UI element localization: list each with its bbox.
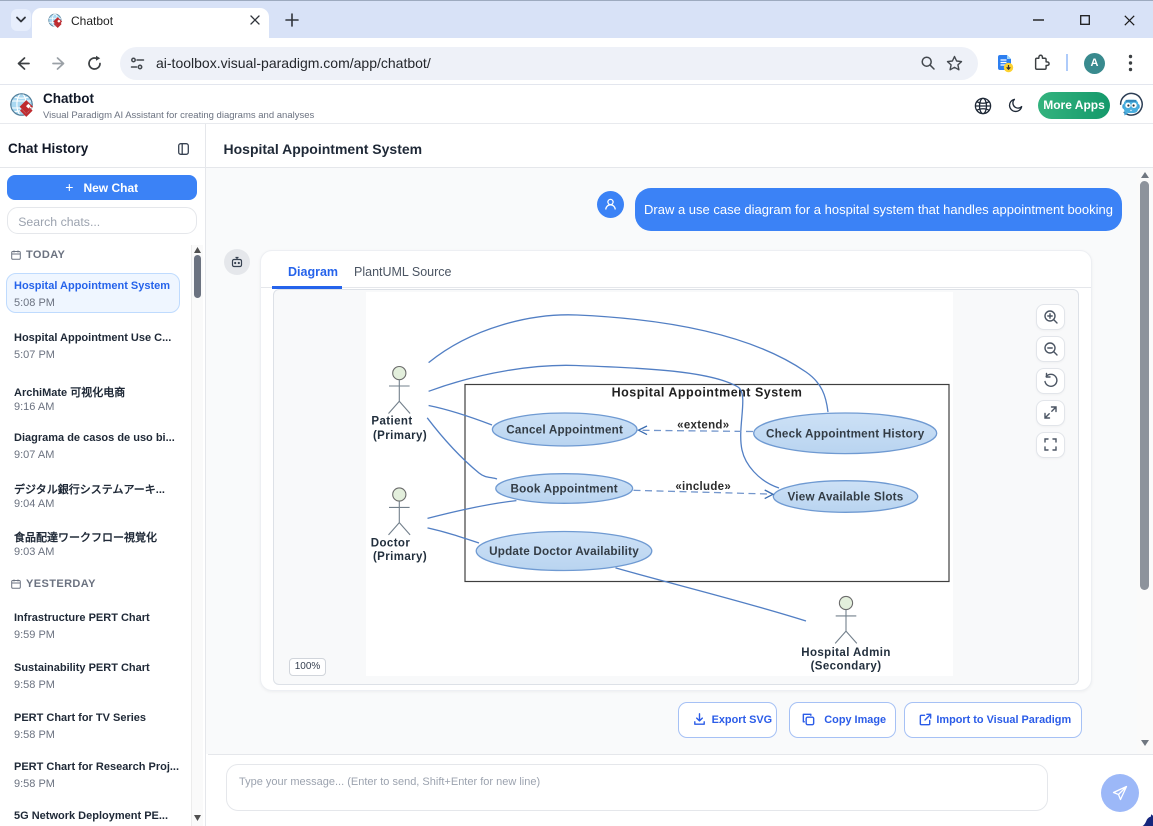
svg-text:Hospital Admin: Hospital Admin xyxy=(801,647,891,659)
svg-text:(Primary): (Primary) xyxy=(373,430,427,442)
svg-text:Cancel Appointment: Cancel Appointment xyxy=(506,424,623,437)
svg-text:Hospital Appointment System: Hospital Appointment System xyxy=(612,386,803,400)
svg-text:Doctor: Doctor xyxy=(371,538,411,550)
svg-text:View Available Slots: View Available Slots xyxy=(788,491,904,504)
svg-text:Book Appointment: Book Appointment xyxy=(511,483,618,496)
svg-text:(Secondary): (Secondary) xyxy=(811,660,882,672)
svg-text:«extend»: «extend» xyxy=(677,420,729,432)
svg-text:(Primary): (Primary) xyxy=(373,551,427,563)
svg-text:Check Appointment History: Check Appointment History xyxy=(766,427,925,440)
svg-text:«include»: «include» xyxy=(675,481,731,493)
svg-text:Patient: Patient xyxy=(371,415,412,427)
svg-text:Update Doctor Availability: Update Doctor Availability xyxy=(489,545,639,558)
